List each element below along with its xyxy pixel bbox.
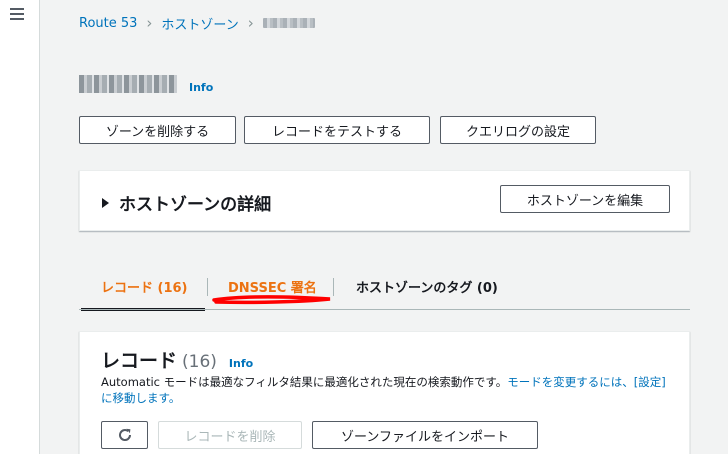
details-title: ホストゾーンの詳細 [119, 195, 272, 215]
tab-dnssec-signing[interactable]: DNSSEC 署名 [228, 262, 317, 310]
breadcrumb: Route 53 › ホストゾーン › [79, 13, 315, 33]
records-info-link[interactable]: Info [229, 357, 253, 370]
breadcrumb-current-zone-redacted [262, 18, 315, 28]
delete-record-button[interactable]: レコードを削除 [158, 421, 302, 449]
edit-hosted-zone-button[interactable]: ホストゾーンを編集 [500, 185, 670, 213]
tab-bar: レコード (16) DNSSEC 署名 ホストゾーンのタグ (0) [79, 262, 690, 311]
menu-icon[interactable] [10, 8, 24, 20]
delete-zone-button[interactable]: ゾーンを削除する [79, 116, 236, 144]
breadcrumb-route53[interactable]: Route 53 [79, 16, 137, 31]
page-title: Info [79, 72, 213, 96]
import-zone-file-button[interactable]: ゾーンファイルをインポート [312, 421, 538, 449]
query-logging-button[interactable]: クエリログの設定 [440, 116, 596, 144]
breadcrumb-hosted-zones[interactable]: ホストゾーン [161, 14, 238, 33]
details-expand-toggle[interactable]: ホストゾーンの詳細 [102, 190, 271, 215]
records-header: レコード (16) Info [101, 346, 253, 373]
tab-hosted-zone-tags[interactable]: ホストゾーンのタグ (0) [356, 262, 498, 310]
refresh-button[interactable] [101, 421, 148, 449]
tab-divider [207, 278, 208, 296]
records-description-text: Automatic モードは最適なフィルタ結果に最適化された現在の検索動作です。 [101, 375, 508, 389]
records-description: Automatic モードは最適なフィルタ結果に最適化された現在の検索動作です。… [101, 374, 671, 406]
chevron-right-icon: › [247, 13, 254, 32]
records-panel: レコード (16) Info Automatic モードは最適なフィルタ結果に最… [79, 331, 690, 454]
records-title: レコード [101, 350, 178, 372]
caret-right-icon [102, 197, 109, 208]
tabs-rule [79, 309, 690, 310]
side-navigation-rail [0, 0, 40, 454]
test-record-button[interactable]: レコードをテストする [244, 116, 430, 144]
records-count: (16) [182, 352, 217, 372]
tab-records[interactable]: レコード (16) [101, 262, 188, 310]
hosted-zone-details-panel: ホストゾーンの詳細 ホストゾーンを編集 [79, 170, 690, 231]
refresh-icon [118, 428, 131, 441]
tab-divider [333, 278, 334, 296]
page-info-link[interactable]: Info [189, 81, 213, 94]
chevron-right-icon: › [146, 13, 153, 32]
zone-name-redacted [79, 75, 177, 93]
